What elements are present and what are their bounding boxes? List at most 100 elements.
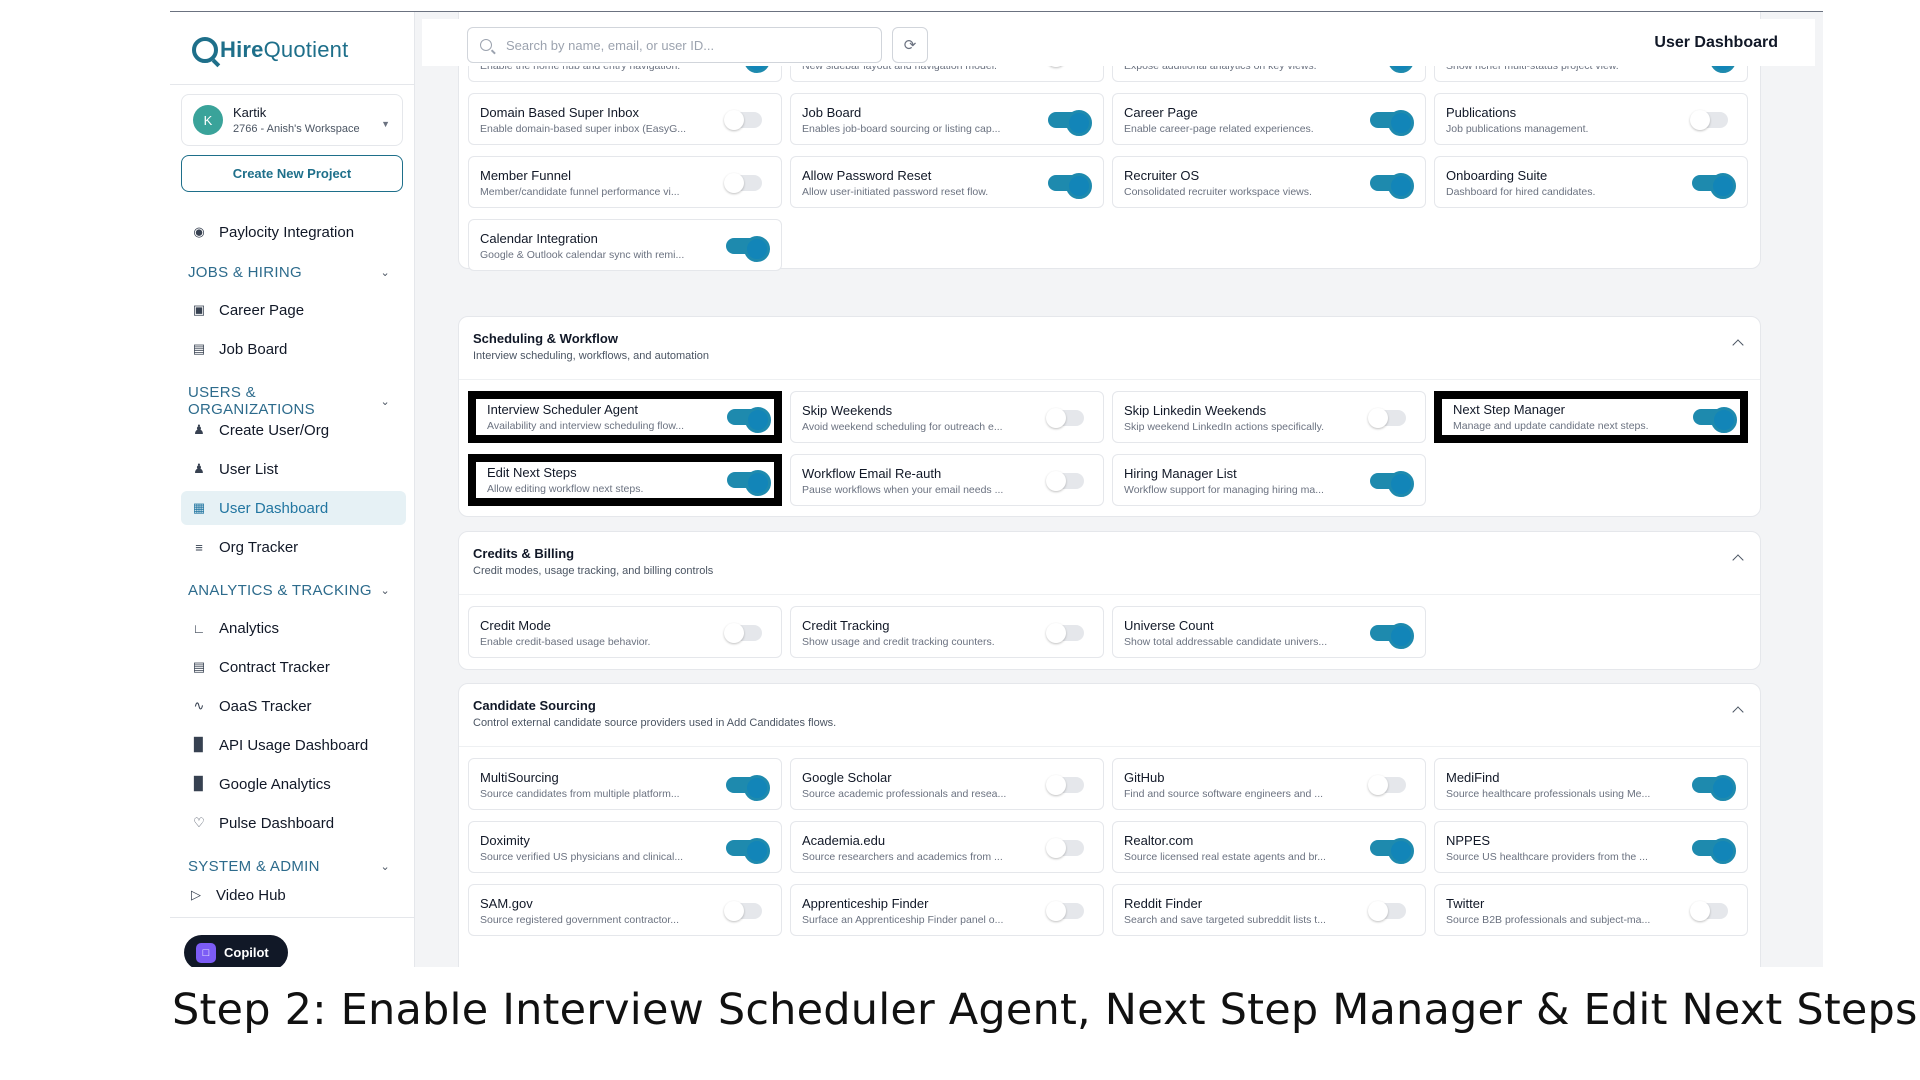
- feature-card-publications: Publications Job publications management.: [1434, 93, 1748, 145]
- sidebar-item-label: OaaS Tracker: [219, 697, 312, 715]
- feature-toggle-doximity[interactable]: [726, 838, 770, 864]
- feature-description: Enable credit-based usage behavior.: [480, 636, 651, 648]
- sidebar-item-org-tracker[interactable]: ≡ Org Tracker: [181, 530, 406, 564]
- pulse-icon: ∿: [193, 698, 205, 713]
- sidebar-item-pulse-dashboard[interactable]: ♡ Pulse Dashboard: [181, 806, 406, 840]
- sidebar-item-user-dashboard[interactable]: ▦ User Dashboard: [181, 491, 406, 525]
- feature-title: Apprenticeship Finder: [802, 896, 929, 911]
- divider: [170, 84, 415, 85]
- workspace-switcher[interactable]: K Kartik 2766 - Anish's Workspace ▼: [181, 94, 403, 146]
- sidebar-item-label: User Dashboard: [219, 499, 329, 517]
- divider: [170, 917, 415, 918]
- search-input[interactable]: Search by name, email, or user ID...: [467, 27, 882, 63]
- feature-toggle-sam-gov[interactable]: [724, 901, 762, 921]
- feature-description: Enable career-page related experiences.: [1124, 123, 1314, 135]
- sidebar-item-oaas-tracker[interactable]: ∿ OaaS Tracker: [181, 689, 406, 723]
- section-jobs-hiring[interactable]: JOBS & HIRING ⌄: [188, 264, 398, 281]
- feature-toggle-allow-password-reset[interactable]: [1048, 173, 1092, 199]
- panel-scheduling-workflow: Scheduling & Workflow Interview scheduli…: [458, 316, 1761, 517]
- feature-toggle-skip-linkedin-weekends[interactable]: [1368, 408, 1406, 428]
- feature-toggle-realtor-com[interactable]: [1370, 838, 1414, 864]
- avatar: K: [193, 105, 223, 135]
- feature-toggle-apprenticeship-finder[interactable]: [1046, 901, 1084, 921]
- feature-toggle-skip-weekends[interactable]: [1046, 408, 1084, 428]
- feature-card-onboarding-suite: Onboarding Suite Dashboard for hired cand…: [1434, 156, 1748, 208]
- feature-card-reddit-finder: Reddit Finder Search and save targeted su…: [1112, 884, 1426, 936]
- main-content: Search by name, email, or user ID... ⟳ U…: [415, 12, 1823, 967]
- panel-title: Candidate Sourcing: [473, 698, 596, 713]
- divider: [459, 594, 1760, 595]
- create-new-project-button[interactable]: Create New Project: [181, 155, 403, 192]
- copilot-button[interactable]: □ Copilot: [184, 935, 288, 967]
- building-icon: ▦: [192, 500, 206, 515]
- chevron-up-icon[interactable]: [1732, 339, 1744, 351]
- refresh-button[interactable]: ⟳: [892, 27, 928, 63]
- document-icon: ▤: [192, 659, 206, 674]
- sidebar-item-contract-tracker[interactable]: ▤ Contract Tracker: [181, 650, 406, 684]
- sidebar-item-label: Career Page: [219, 301, 305, 319]
- feature-description: Source researchers and academics from ..…: [802, 851, 1003, 863]
- chevron-up-icon[interactable]: [1732, 706, 1744, 718]
- line-chart-icon: ∟: [192, 620, 206, 636]
- feature-toggle-github[interactable]: [1368, 775, 1406, 795]
- feature-toggle-next-step-manager[interactable]: [1693, 407, 1737, 433]
- feature-toggle-google-scholar[interactable]: [1046, 775, 1084, 795]
- bar-chart-icon: ▉: [194, 737, 204, 752]
- feature-toggle-job-board[interactable]: [1048, 110, 1092, 136]
- feature-description: Source registered government contractor.…: [480, 914, 680, 926]
- sidebar-item-analytics[interactable]: ∟ Analytics: [181, 611, 406, 645]
- feature-card-apprenticeship-finder: Apprenticeship Finder Surface an Apprenti…: [790, 884, 1104, 936]
- sidebar-item-paylocity-integration[interactable]: ◉ Paylocity Integration: [181, 215, 406, 249]
- feature-toggle-medifind[interactable]: [1692, 775, 1736, 801]
- feature-toggle-calendar-integration[interactable]: [726, 236, 770, 262]
- feature-title: Twitter: [1446, 896, 1485, 911]
- feature-toggle-recruiter-os[interactable]: [1370, 173, 1414, 199]
- feature-card-skip-linkedin-weekends: Skip Linkedin Weekends Skip weekend Linke…: [1112, 391, 1426, 443]
- sidebar-item-job-board[interactable]: ▤ Job Board: [181, 332, 406, 366]
- feature-card-hiring-manager-list: Hiring Manager List Workflow support for …: [1112, 454, 1426, 506]
- feature-description: Avoid weekend scheduling for outreach e.…: [802, 421, 1003, 433]
- feature-title: MediFind: [1446, 770, 1500, 785]
- panel-title: Scheduling & Workflow: [473, 331, 618, 346]
- feature-title: GitHub: [1124, 770, 1165, 785]
- feature-toggle-universe-count[interactable]: [1370, 623, 1414, 649]
- section-analytics-tracking[interactable]: ANALYTICS & TRACKING ⌄: [188, 582, 398, 599]
- sidebar-item-api-usage-dashboard[interactable]: ▉ API Usage Dashboard: [181, 728, 406, 762]
- feature-toggle-hiring-manager-list[interactable]: [1370, 471, 1414, 497]
- sidebar-item-create-user-org[interactable]: ♟ Create User/Org: [181, 413, 406, 447]
- feature-description: Surface an Apprenticeship Finder panel o…: [802, 914, 1004, 926]
- feature-toggle-career-page[interactable]: [1370, 110, 1414, 136]
- feature-card-calendar-integration: Calendar Integration Google & Outlook cal…: [468, 219, 782, 271]
- feature-title: MultiSourcing: [480, 770, 559, 785]
- refresh-icon: ⟳: [903, 37, 917, 54]
- sidebar-item-google-analytics[interactable]: ▉ Google Analytics: [181, 767, 406, 801]
- chevron-up-icon[interactable]: [1732, 554, 1744, 566]
- feature-toggle-academia-edu[interactable]: [1046, 838, 1084, 858]
- logo-text: HireQuotient: [220, 37, 349, 62]
- feature-toggle-credit-mode[interactable]: [724, 623, 762, 643]
- panel-header[interactable]: Credits & Billing Credit modes, usage tr…: [473, 546, 713, 577]
- feature-toggle-onboarding-suite[interactable]: [1692, 173, 1736, 199]
- sidebar-item-video-hub[interactable]: ▷ Video Hub: [178, 878, 403, 912]
- panel-header[interactable]: Scheduling & Workflow Interview scheduli…: [473, 331, 709, 362]
- feature-toggle-member-funnel[interactable]: [724, 173, 762, 193]
- feature-toggle-domain-based-super-inbox[interactable]: [724, 110, 762, 130]
- chevron-down-icon: ⌄: [380, 395, 390, 408]
- clipboard-icon: ▤: [192, 341, 206, 356]
- feature-toggle-edit-next-steps[interactable]: [727, 470, 771, 496]
- feature-toggle-publications[interactable]: [1690, 110, 1728, 130]
- section-system-admin[interactable]: SYSTEM & ADMIN ⌄: [188, 858, 398, 875]
- feature-toggle-nppes[interactable]: [1692, 838, 1736, 864]
- panel-header[interactable]: Candidate Sourcing Control external cand…: [473, 698, 836, 729]
- feature-toggle-interview-scheduler-agent[interactable]: [727, 407, 771, 433]
- feature-toggle-workflow-email-re-auth[interactable]: [1046, 471, 1084, 491]
- feature-toggle-twitter[interactable]: [1690, 901, 1728, 921]
- feature-toggle-reddit-finder[interactable]: [1368, 901, 1406, 921]
- sidebar-item-user-list[interactable]: ♟ User List: [181, 452, 406, 486]
- feature-title: Calendar Integration: [480, 231, 598, 246]
- hirequotient-logo[interactable]: HireQuotient: [192, 34, 348, 66]
- sidebar-item-career-page[interactable]: ▣ Career Page: [181, 293, 406, 327]
- feature-toggle-credit-tracking[interactable]: [1046, 623, 1084, 643]
- feature-title: Allow Password Reset: [802, 168, 932, 183]
- feature-toggle-multisourcing[interactable]: [726, 775, 770, 801]
